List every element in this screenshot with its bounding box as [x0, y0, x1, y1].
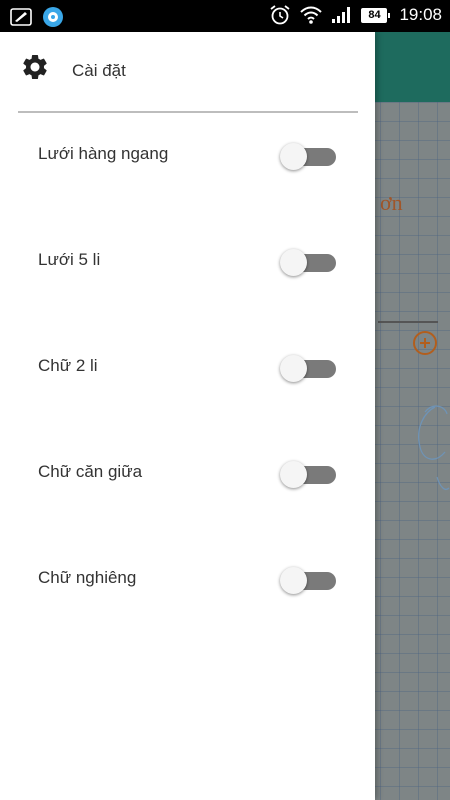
edit-app-icon: [10, 8, 32, 26]
2li-text-toggle[interactable]: [280, 353, 338, 383]
toggle-thumb[interactable]: [280, 567, 307, 594]
add-circle-icon[interactable]: [413, 331, 437, 355]
setting-label: Lưới hàng ngang: [38, 144, 169, 163]
alarm-icon: [270, 5, 290, 25]
battery-icon: 84: [361, 7, 391, 23]
background-partial-text: ơn: [380, 190, 403, 215]
setting-label: Chữ 2 li: [38, 356, 98, 375]
setting-label: Chữ căn giữa: [38, 462, 143, 481]
italic-text-toggle[interactable]: [280, 565, 338, 595]
handwriting-scribble: [418, 405, 450, 491]
header-divider: [18, 111, 358, 113]
horizontal-grid-toggle[interactable]: [280, 141, 338, 171]
wifi-icon: [300, 6, 323, 24]
settings-drawer: Cài đặt Lưới hàng ngang Lưới 5 li Chữ 2 …: [0, 32, 375, 800]
toggle-thumb[interactable]: [280, 143, 307, 170]
toggle-thumb[interactable]: [280, 461, 307, 488]
5li-grid-toggle[interactable]: [280, 247, 338, 277]
status-clock: 19:08: [399, 5, 442, 24]
gear-icon[interactable]: [20, 52, 50, 82]
setting-row-5li-grid[interactable]: Lưới 5 li: [0, 247, 375, 310]
setting-label: Chữ nghiêng: [38, 568, 137, 587]
chat-notification-icon: [43, 7, 63, 27]
status-bar: 84 19:08: [0, 0, 450, 32]
setting-label: Lưới 5 li: [38, 250, 101, 269]
toggle-thumb[interactable]: [280, 249, 307, 276]
setting-row-horizontal-grid[interactable]: Lưới hàng ngang: [0, 141, 375, 204]
setting-row-2li-text[interactable]: Chữ 2 li: [0, 353, 375, 416]
drawer-title: Cài đặt: [72, 61, 126, 80]
drawer-header: Cài đặt: [0, 32, 375, 112]
centered-text-toggle[interactable]: [280, 459, 338, 489]
toggle-thumb[interactable]: [280, 355, 307, 382]
signal-icon: [332, 7, 351, 23]
setting-row-centered-text[interactable]: Chữ căn giữa: [0, 459, 375, 522]
setting-row-italic-text[interactable]: Chữ nghiêng: [0, 565, 375, 628]
background-underline: [378, 321, 438, 323]
